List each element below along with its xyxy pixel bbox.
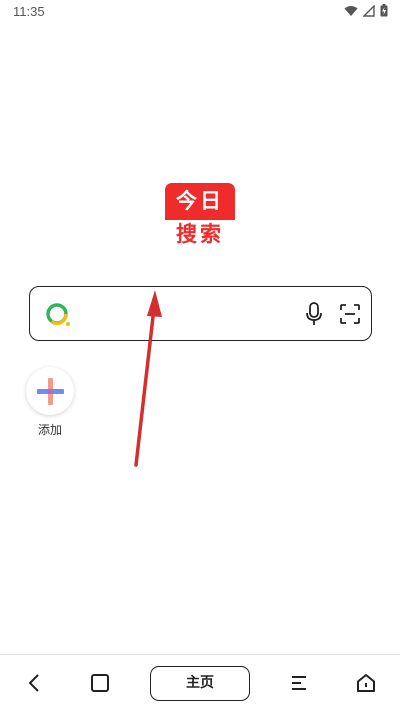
add-shortcut-circle[interactable]	[26, 367, 74, 415]
logo-line-2: 搜索	[176, 222, 224, 246]
menu-icon	[292, 676, 306, 690]
home-button[interactable]	[352, 669, 380, 697]
tabs-button[interactable]	[86, 669, 114, 697]
back-icon	[28, 674, 39, 692]
search-box[interactable]	[29, 286, 372, 341]
add-shortcut[interactable]: 添加	[26, 367, 74, 438]
add-shortcut-label: 添加	[37, 423, 62, 437]
scan-icon[interactable]	[338, 302, 362, 326]
mic-icon[interactable]	[302, 301, 326, 327]
plus-icon	[37, 378, 64, 405]
home-icon	[357, 674, 375, 692]
annotation-arrow	[134, 290, 162, 467]
status-bar: 11:35	[0, 0, 400, 24]
search-input[interactable]	[84, 297, 304, 331]
wifi-icon	[344, 5, 358, 16]
tabs-icon	[91, 674, 109, 692]
signal-icon	[363, 4, 375, 17]
home-tab-button[interactable]: 主页	[150, 666, 250, 701]
menu-button[interactable]	[285, 669, 313, 697]
back-button[interactable]	[21, 669, 49, 697]
status-icons	[344, 4, 388, 17]
app-logo: 今日 搜索	[165, 183, 235, 247]
status-time: 11:35	[13, 4, 45, 19]
bottom-nav: 主页	[0, 654, 400, 712]
search-logo-icon	[46, 303, 70, 326]
battery-charging-icon	[380, 4, 388, 17]
logo-line-1: 今日	[165, 183, 235, 220]
